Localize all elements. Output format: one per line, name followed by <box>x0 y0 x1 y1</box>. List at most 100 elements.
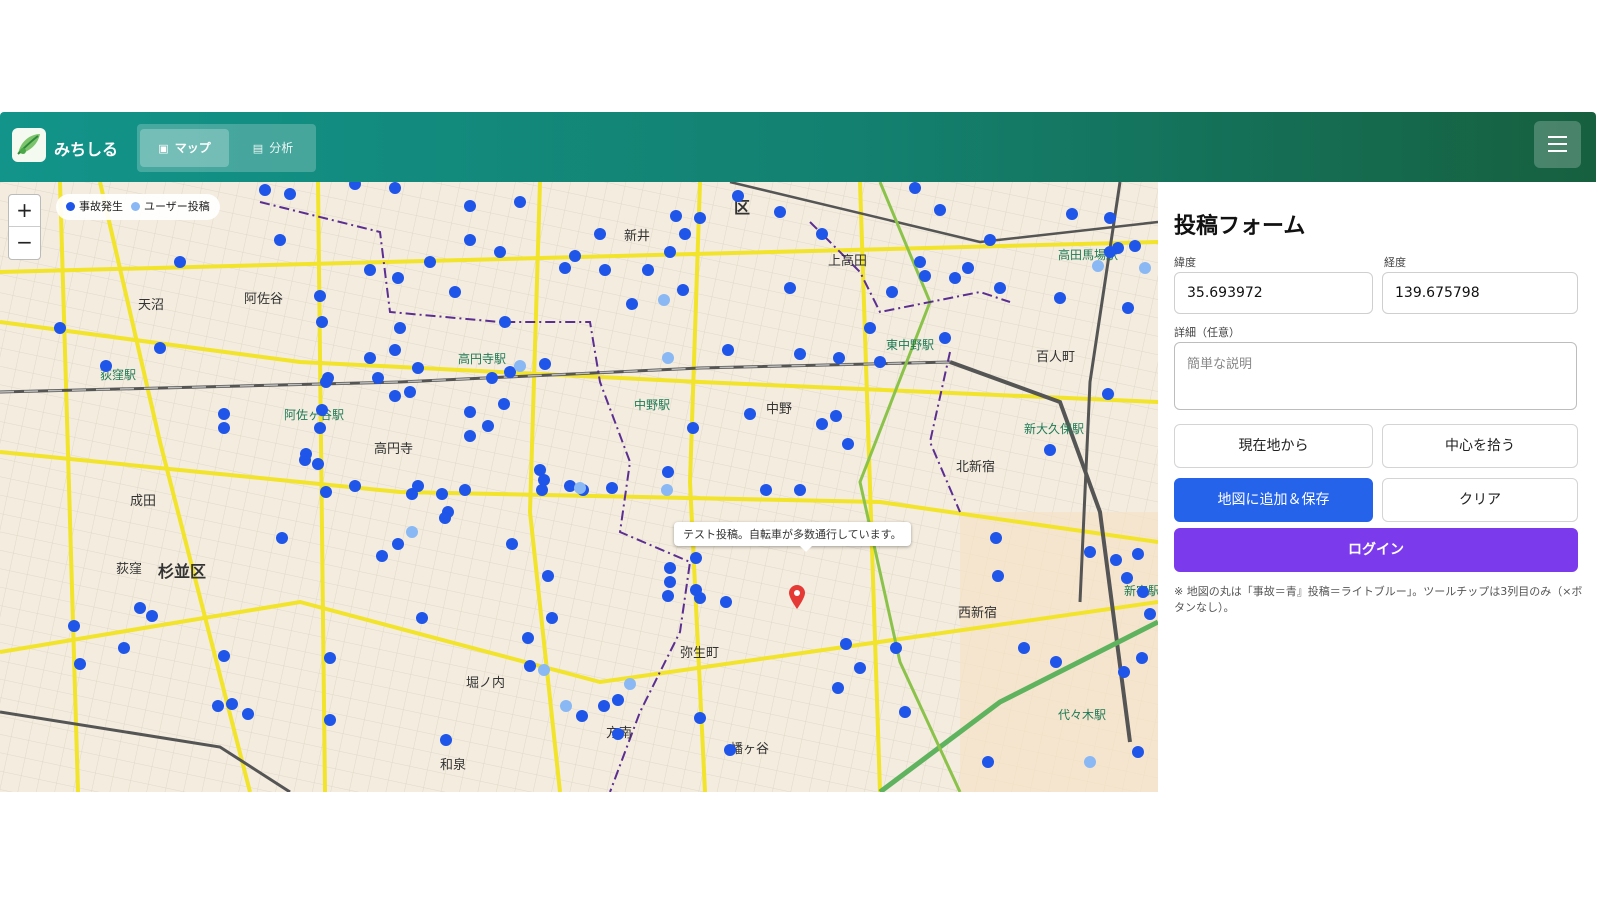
accident-marker[interactable] <box>218 650 230 662</box>
accident-marker[interactable] <box>794 484 806 496</box>
accident-marker[interactable] <box>1132 746 1144 758</box>
accident-marker[interactable] <box>276 532 288 544</box>
accident-marker[interactable] <box>864 322 876 334</box>
accident-marker[interactable] <box>833 352 845 364</box>
accident-marker[interactable] <box>482 420 494 432</box>
pick-center-button[interactable]: 中心を拾う <box>1382 424 1578 468</box>
accident-marker[interactable] <box>1104 246 1116 258</box>
user-post-marker[interactable] <box>1084 756 1096 768</box>
accident-marker[interactable] <box>559 262 571 274</box>
accident-marker[interactable] <box>412 480 424 492</box>
accident-marker[interactable] <box>677 284 689 296</box>
accident-marker[interactable] <box>459 484 471 496</box>
accident-marker[interactable] <box>539 358 551 370</box>
accident-marker[interactable] <box>314 290 326 302</box>
user-post-marker[interactable] <box>661 484 673 496</box>
accident-marker[interactable] <box>694 712 706 724</box>
accident-marker[interactable] <box>364 264 376 276</box>
accident-marker[interactable] <box>146 610 158 622</box>
accident-marker[interactable] <box>662 466 674 478</box>
accident-marker[interactable] <box>722 344 734 356</box>
tab-analysis[interactable]: ▤ 分析 <box>235 129 311 167</box>
user-post-marker[interactable] <box>514 360 526 372</box>
accident-marker[interactable] <box>449 286 461 298</box>
accident-marker[interactable] <box>909 182 921 194</box>
user-post-marker[interactable] <box>406 526 418 538</box>
accident-marker[interactable] <box>816 228 828 240</box>
latitude-input[interactable]: 35.693972 <box>1174 272 1373 314</box>
accident-marker[interactable] <box>662 590 674 602</box>
accident-marker[interactable] <box>1050 656 1062 668</box>
accident-marker[interactable] <box>1054 292 1066 304</box>
accident-marker[interactable] <box>1132 548 1144 560</box>
accident-marker[interactable] <box>284 188 296 200</box>
menu-button[interactable] <box>1534 121 1581 168</box>
accident-marker[interactable] <box>690 552 702 564</box>
map-view[interactable]: 新井 上高田 天沼 阿佐谷 荻窪駅 高円寺駅 阿佐ヶ谷駅 高円寺 中野駅 中野 … <box>0 182 1158 792</box>
accident-marker[interactable] <box>642 264 654 276</box>
accident-marker[interactable] <box>364 352 376 364</box>
detail-textarea[interactable]: 簡単な説明 <box>1174 342 1577 410</box>
accident-marker[interactable] <box>990 532 1002 544</box>
accident-marker[interactable] <box>784 282 796 294</box>
accident-marker[interactable] <box>962 262 974 274</box>
accident-marker[interactable] <box>612 694 624 706</box>
accident-marker[interactable] <box>514 196 526 208</box>
accident-marker[interactable] <box>134 602 146 614</box>
longitude-input[interactable]: 139.675798 <box>1382 272 1578 314</box>
accident-marker[interactable] <box>320 486 332 498</box>
accident-marker[interactable] <box>174 256 186 268</box>
accident-marker[interactable] <box>538 474 550 486</box>
accident-marker[interactable] <box>1066 208 1078 220</box>
accident-marker[interactable] <box>576 710 588 722</box>
accident-marker[interactable] <box>486 372 498 384</box>
accident-marker[interactable] <box>1129 240 1141 252</box>
accident-marker[interactable] <box>1122 302 1134 314</box>
accident-marker[interactable] <box>504 366 516 378</box>
accident-marker[interactable] <box>724 744 736 756</box>
accident-marker[interactable] <box>732 190 744 202</box>
accident-marker[interactable] <box>919 270 931 282</box>
accident-marker[interactable] <box>392 538 404 550</box>
accident-marker[interactable] <box>830 410 842 422</box>
accident-marker[interactable] <box>594 228 606 240</box>
accident-marker[interactable] <box>372 372 384 384</box>
accident-marker[interactable] <box>389 344 401 356</box>
user-post-marker[interactable] <box>1139 262 1151 274</box>
accident-marker[interactable] <box>300 448 312 460</box>
accident-marker[interactable] <box>687 422 699 434</box>
accident-marker[interactable] <box>1104 212 1116 224</box>
accident-marker[interactable] <box>1121 572 1133 584</box>
accident-marker[interactable] <box>242 708 254 720</box>
accident-marker[interactable] <box>890 642 902 654</box>
zoom-in-button[interactable]: + <box>9 195 40 227</box>
accident-marker[interactable] <box>606 482 618 494</box>
accident-marker[interactable] <box>626 298 638 310</box>
accident-marker[interactable] <box>1102 388 1114 400</box>
accident-marker[interactable] <box>569 250 581 262</box>
accident-marker[interactable] <box>218 422 230 434</box>
accident-marker[interactable] <box>690 584 702 596</box>
accident-marker[interactable] <box>312 458 324 470</box>
accident-marker[interactable] <box>424 256 436 268</box>
accident-marker[interactable] <box>506 538 518 550</box>
accident-marker[interactable] <box>760 484 772 496</box>
user-post-marker[interactable] <box>560 700 572 712</box>
accident-marker[interactable] <box>546 612 558 624</box>
accident-marker[interactable] <box>316 316 328 328</box>
from-current-location-button[interactable]: 現在地から <box>1174 424 1373 468</box>
accident-marker[interactable] <box>874 356 886 368</box>
accident-marker[interactable] <box>100 360 112 372</box>
clear-button[interactable]: クリア <box>1382 478 1578 522</box>
accident-marker[interactable] <box>376 550 388 562</box>
accident-marker[interactable] <box>670 210 682 222</box>
accident-marker[interactable] <box>274 234 286 246</box>
user-post-marker[interactable] <box>658 294 670 306</box>
accident-marker[interactable] <box>404 386 416 398</box>
accident-marker[interactable] <box>816 418 828 430</box>
accident-marker[interactable] <box>1110 554 1122 566</box>
accident-marker[interactable] <box>499 316 511 328</box>
accident-marker[interactable] <box>440 734 452 746</box>
accident-marker[interactable] <box>840 638 852 650</box>
accident-marker[interactable] <box>992 570 1004 582</box>
